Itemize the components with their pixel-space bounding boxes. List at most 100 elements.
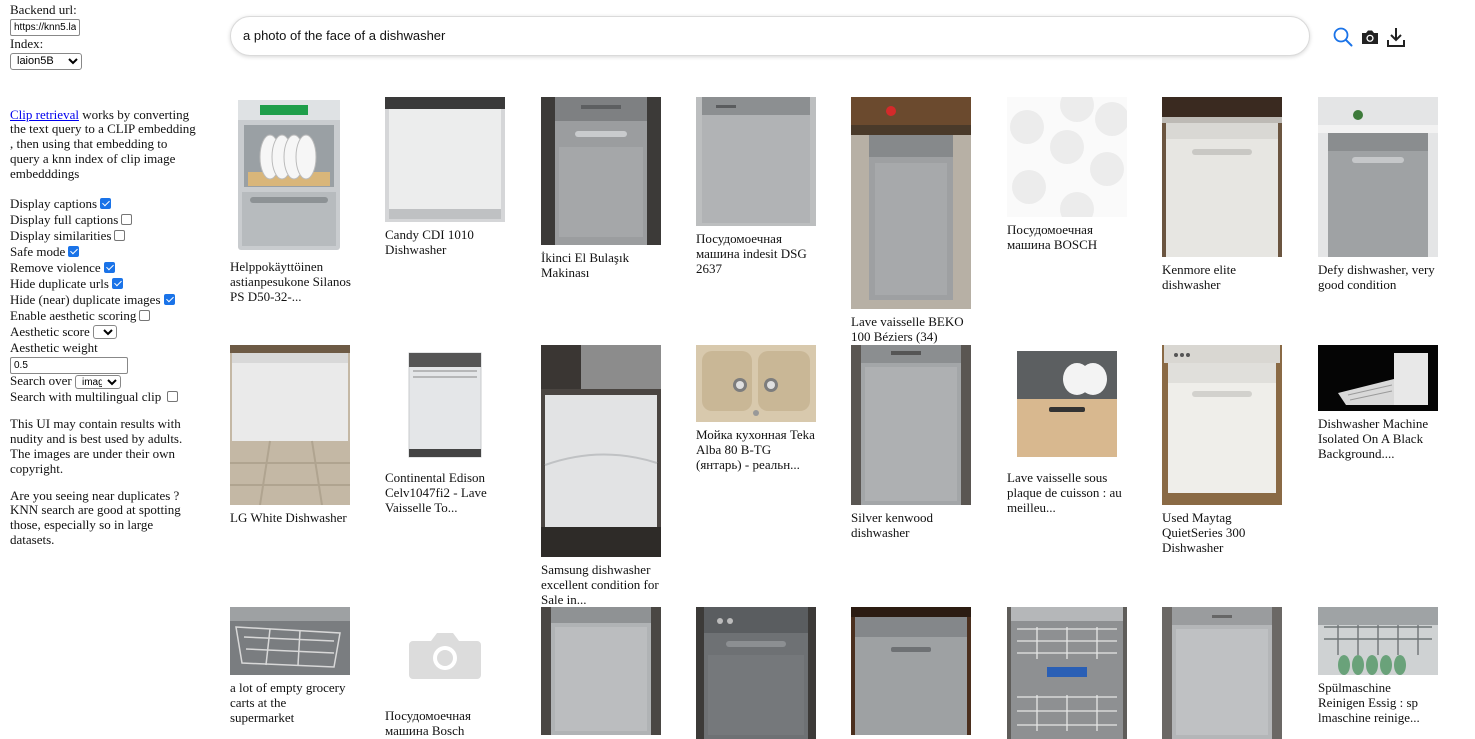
result-caption: Lave vaisselle sous plaque de cuisson : … [1007, 470, 1122, 515]
option-display-similarities[interactable]: Display similarities [10, 228, 200, 244]
result-image[interactable] [851, 97, 971, 309]
result-image[interactable] [851, 345, 971, 505]
result-caption: Silver kenwood dishwasher [851, 510, 933, 540]
result-image[interactable] [541, 607, 661, 735]
display-similarities-checkbox[interactable] [114, 230, 126, 242]
result-item[interactable]: Used Maytag QuietSeries 300 Dishwasher [1162, 345, 1284, 555]
option-multilingual-clip[interactable]: Search with multilingual clip [10, 389, 200, 405]
result-image[interactable] [1007, 607, 1127, 739]
camera-icon[interactable] [1359, 26, 1381, 48]
result-image[interactable] [851, 607, 971, 735]
result-item[interactable] [1162, 607, 1284, 739]
result-image[interactable] [696, 97, 816, 226]
result-item[interactable] [1007, 607, 1129, 739]
option-label: Safe mode [10, 244, 66, 260]
download-icon[interactable] [1385, 26, 1407, 48]
result-item[interactable]: Continental Edison Celv1047fi2 - Lave Va… [385, 345, 507, 515]
option-label: Display captions [10, 196, 98, 212]
option-label: Enable aesthetic scoring [10, 308, 137, 324]
settings-panel: Backend url: Index: laion5B Clip retriev… [10, 2, 200, 548]
result-image[interactable] [1318, 97, 1438, 257]
option-remove-violence[interactable]: Remove violence [10, 260, 200, 276]
result-image[interactable] [541, 345, 661, 557]
result-image[interactable] [1318, 345, 1438, 411]
result-item[interactable]: Silver kenwood dishwasher [851, 345, 973, 540]
result-item[interactable]: Spülmaschine Reinigen Essig : sp lmaschi… [1318, 607, 1440, 725]
remove-violence-checkbox[interactable] [103, 262, 115, 274]
result-image[interactable] [385, 97, 505, 222]
option-display-captions[interactable]: Display captions [10, 196, 200, 212]
result-item[interactable]: Kenmore elite dishwasher [1162, 97, 1284, 292]
result-item[interactable]: Lave vaisselle BEKO 100 Béziers (34) [851, 97, 973, 344]
options-list: Display captions Display full captions D… [10, 196, 200, 405]
display-full-captions-checkbox[interactable] [121, 214, 133, 226]
result-item[interactable]: Dishwasher Machine Isolated On A Black B… [1318, 345, 1440, 461]
result-caption: Посудомоечная машина BOSCH [1007, 222, 1098, 252]
enable-aesthetic-scoring-checkbox[interactable] [139, 310, 151, 322]
hide-duplicate-urls-checkbox[interactable] [111, 278, 123, 290]
result-item[interactable]: a lot of empty grocery carts at the supe… [230, 607, 352, 725]
result-caption: Посудомоечная машина Bosch [385, 708, 471, 738]
safe-mode-checkbox[interactable] [68, 246, 80, 258]
option-label: Display full captions [10, 212, 119, 228]
result-image[interactable] [385, 607, 505, 703]
backend-url-label: Backend url: [10, 2, 77, 17]
result-item[interactable]: LG White Dishwasher [230, 345, 352, 525]
search-over-select[interactable]: image [74, 375, 121, 390]
result-item[interactable]: Мойка кухонная Teka Alba 80 B-TG (янтарь… [696, 345, 818, 472]
result-item[interactable] [541, 607, 663, 735]
result-image[interactable] [230, 345, 350, 505]
option-label: Hide duplicate urls [10, 276, 109, 292]
result-item[interactable]: Candy CDI 1010 Dishwasher [385, 97, 507, 257]
aesthetic-weight-input[interactable] [10, 357, 128, 375]
aesthetic-weight-row [10, 356, 200, 375]
option-enable-aesthetic-scoring[interactable]: Enable aesthetic scoring [10, 308, 200, 324]
result-item[interactable]: Samsung dishwasher excellent condition f… [541, 345, 663, 607]
clip-retrieval-link[interactable]: Clip retrieval [10, 107, 79, 122]
result-image[interactable] [1162, 345, 1282, 505]
result-item[interactable]: Lave vaisselle sous plaque de cuisson : … [1007, 345, 1129, 515]
aesthetic-score-select[interactable] [93, 325, 118, 340]
result-item[interactable]: Defy dishwasher, very good condition [1318, 97, 1440, 292]
aesthetic-score-label: Aesthetic score [10, 324, 90, 340]
search-over-row: Search over image [10, 373, 200, 390]
result-image[interactable] [1162, 607, 1282, 739]
index-select[interactable]: laion5B [10, 52, 82, 70]
backend-url-input[interactable] [10, 19, 80, 36]
result-item[interactable]: Helppokäyttöinen astianpesukone Silanos … [230, 97, 352, 304]
result-image[interactable] [1007, 345, 1127, 465]
result-caption: İkinci El Bulaşık Makinası [541, 250, 630, 280]
result-item[interactable]: İkinci El Bulaşık Makinası [541, 97, 663, 280]
result-image[interactable] [696, 607, 816, 739]
duplicates-note: Are you seeing near duplicates ? KNN sea… [10, 487, 181, 548]
result-caption: Helppokäyttöinen astianpesukone Silanos … [230, 259, 351, 304]
option-display-full-captions[interactable]: Display full captions [10, 212, 200, 228]
search-over-label: Search over [10, 373, 72, 389]
result-item[interactable] [851, 607, 973, 735]
result-item[interactable]: Посудомоечная машина BOSCH [1007, 97, 1129, 252]
result-item[interactable] [696, 607, 818, 739]
result-item[interactable]: Посудомоечная машина Bosch [385, 607, 507, 738]
result-image[interactable] [1318, 607, 1438, 675]
result-image[interactable] [541, 97, 661, 245]
result-image[interactable] [230, 607, 350, 675]
hide-near-duplicate-images-checkbox[interactable] [163, 294, 175, 306]
nudity-note: This UI may contain results with nudity … [10, 416, 183, 476]
result-image[interactable] [696, 345, 816, 422]
result-item[interactable]: Посудомоечная машина indesit DSG 2637 [696, 97, 818, 276]
result-caption: Lave vaisselle BEKO 100 Béziers (34) [851, 314, 964, 344]
result-image[interactable] [385, 345, 505, 465]
search-icon[interactable] [1332, 26, 1354, 48]
display-captions-checkbox[interactable] [100, 198, 112, 210]
result-caption: Used Maytag QuietSeries 300 Dishwasher [1162, 510, 1246, 555]
search-query-text: a photo of the face of a dishwasher [243, 28, 446, 43]
result-image[interactable] [1007, 97, 1127, 217]
option-safe-mode[interactable]: Safe mode [10, 244, 200, 260]
result-image[interactable] [230, 97, 348, 254]
option-hide-duplicate-urls[interactable]: Hide duplicate urls [10, 276, 200, 292]
result-caption: a lot of empty grocery carts at the supe… [230, 680, 346, 725]
multilingual-clip-checkbox[interactable] [166, 391, 178, 403]
option-hide-near-duplicate-images[interactable]: Hide (near) duplicate images [10, 292, 200, 308]
result-image[interactable] [1162, 97, 1282, 257]
search-input[interactable]: a photo of the face of a dishwasher [230, 16, 1310, 56]
